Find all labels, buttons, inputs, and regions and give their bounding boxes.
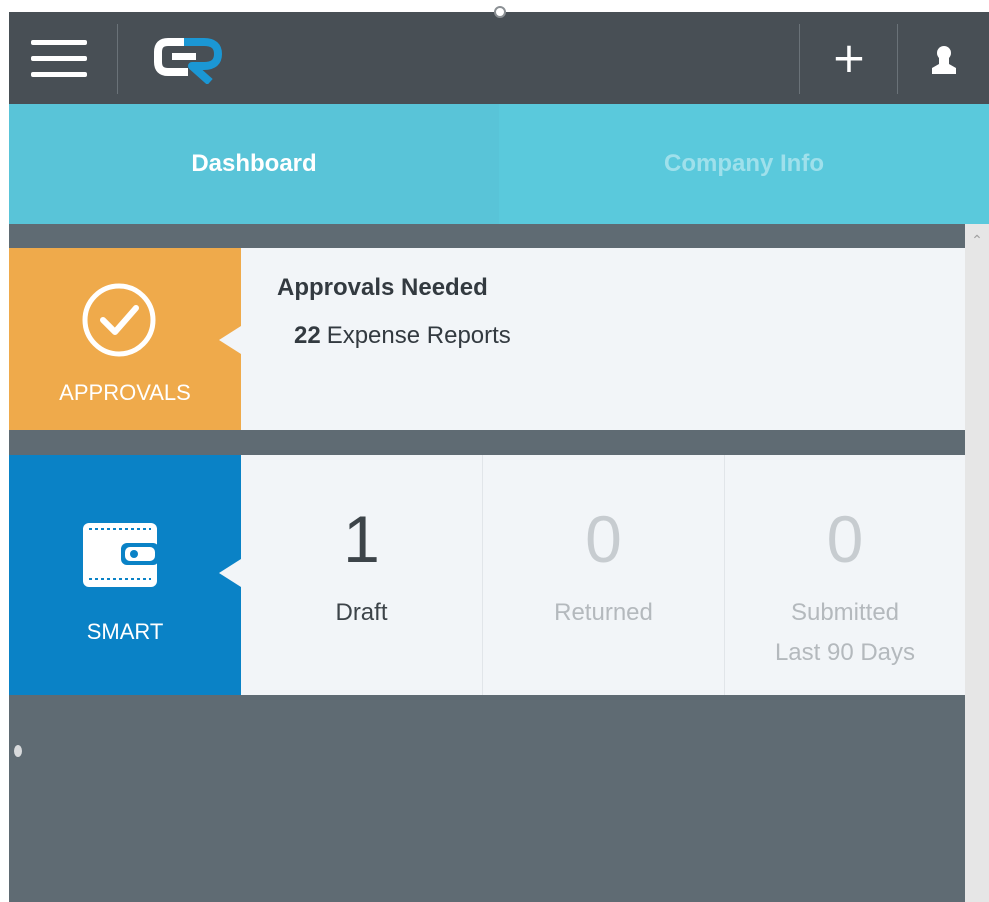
vertical-scrollbar[interactable]: ⌃ [965,224,989,902]
smart-tile-label: SMART [86,619,164,644]
smart-tile[interactable]: SMART [9,455,241,695]
add-button[interactable]: + [801,12,897,104]
stat-draft-count: 1 [343,502,380,576]
header-divider [897,24,898,94]
header-divider [799,24,800,94]
stat-draft[interactable]: 1 Draft [241,455,482,695]
checkmark-circle-icon [82,283,156,357]
scroll-up-arrow-icon[interactable]: ⌃ [965,230,989,250]
tile-pointer [219,559,241,587]
approvals-tile-label: APPROVALS [59,380,191,405]
approvals-count: 22 [294,322,321,349]
logo-graphic [154,38,222,85]
expense-reports-link[interactable]: 22 Expense Reports [294,322,511,350]
stat-submitted-count: 0 [826,502,864,576]
smart-card: SMART 1 Draft 0 Returned 0 Submitted Las… [9,455,965,695]
tab-dashboard[interactable]: Dashboard [9,104,499,224]
top-navbar: + [9,12,989,104]
app-logo[interactable] [154,34,234,85]
resize-handle-top[interactable] [494,6,506,18]
tab-bar: Dashboard Company Info [9,104,989,314]
user-button[interactable] [899,12,989,104]
approvals-item-label: Expense Reports [326,322,511,349]
resize-handle[interactable] [14,745,22,757]
tab-company-info[interactable]: Company Info [499,104,989,224]
wallet-icon [83,523,159,587]
user-icon [932,46,956,74]
approvals-title: Approvals Needed [277,274,488,301]
stat-returned[interactable]: 0 Returned [483,455,724,695]
menu-button[interactable] [9,12,117,104]
stat-submitted-label: Submitted Last 90 Days [774,599,916,666]
stat-submitted[interactable]: 0 Submitted Last 90 Days [725,455,965,695]
app-window: + Dashboard Company Info APPROVALS Appro… [9,12,989,902]
tile-pointer [219,326,241,354]
stat-returned-label: Returned [554,599,653,626]
stat-returned-count: 0 [585,502,622,576]
approvals-card[interactable]: APPROVALS Approvals Needed 22 Expense Rep… [9,248,965,430]
stat-draft-label: Draft [335,599,388,626]
approvals-tile[interactable]: APPROVALS [9,248,241,430]
header-divider [117,24,118,94]
